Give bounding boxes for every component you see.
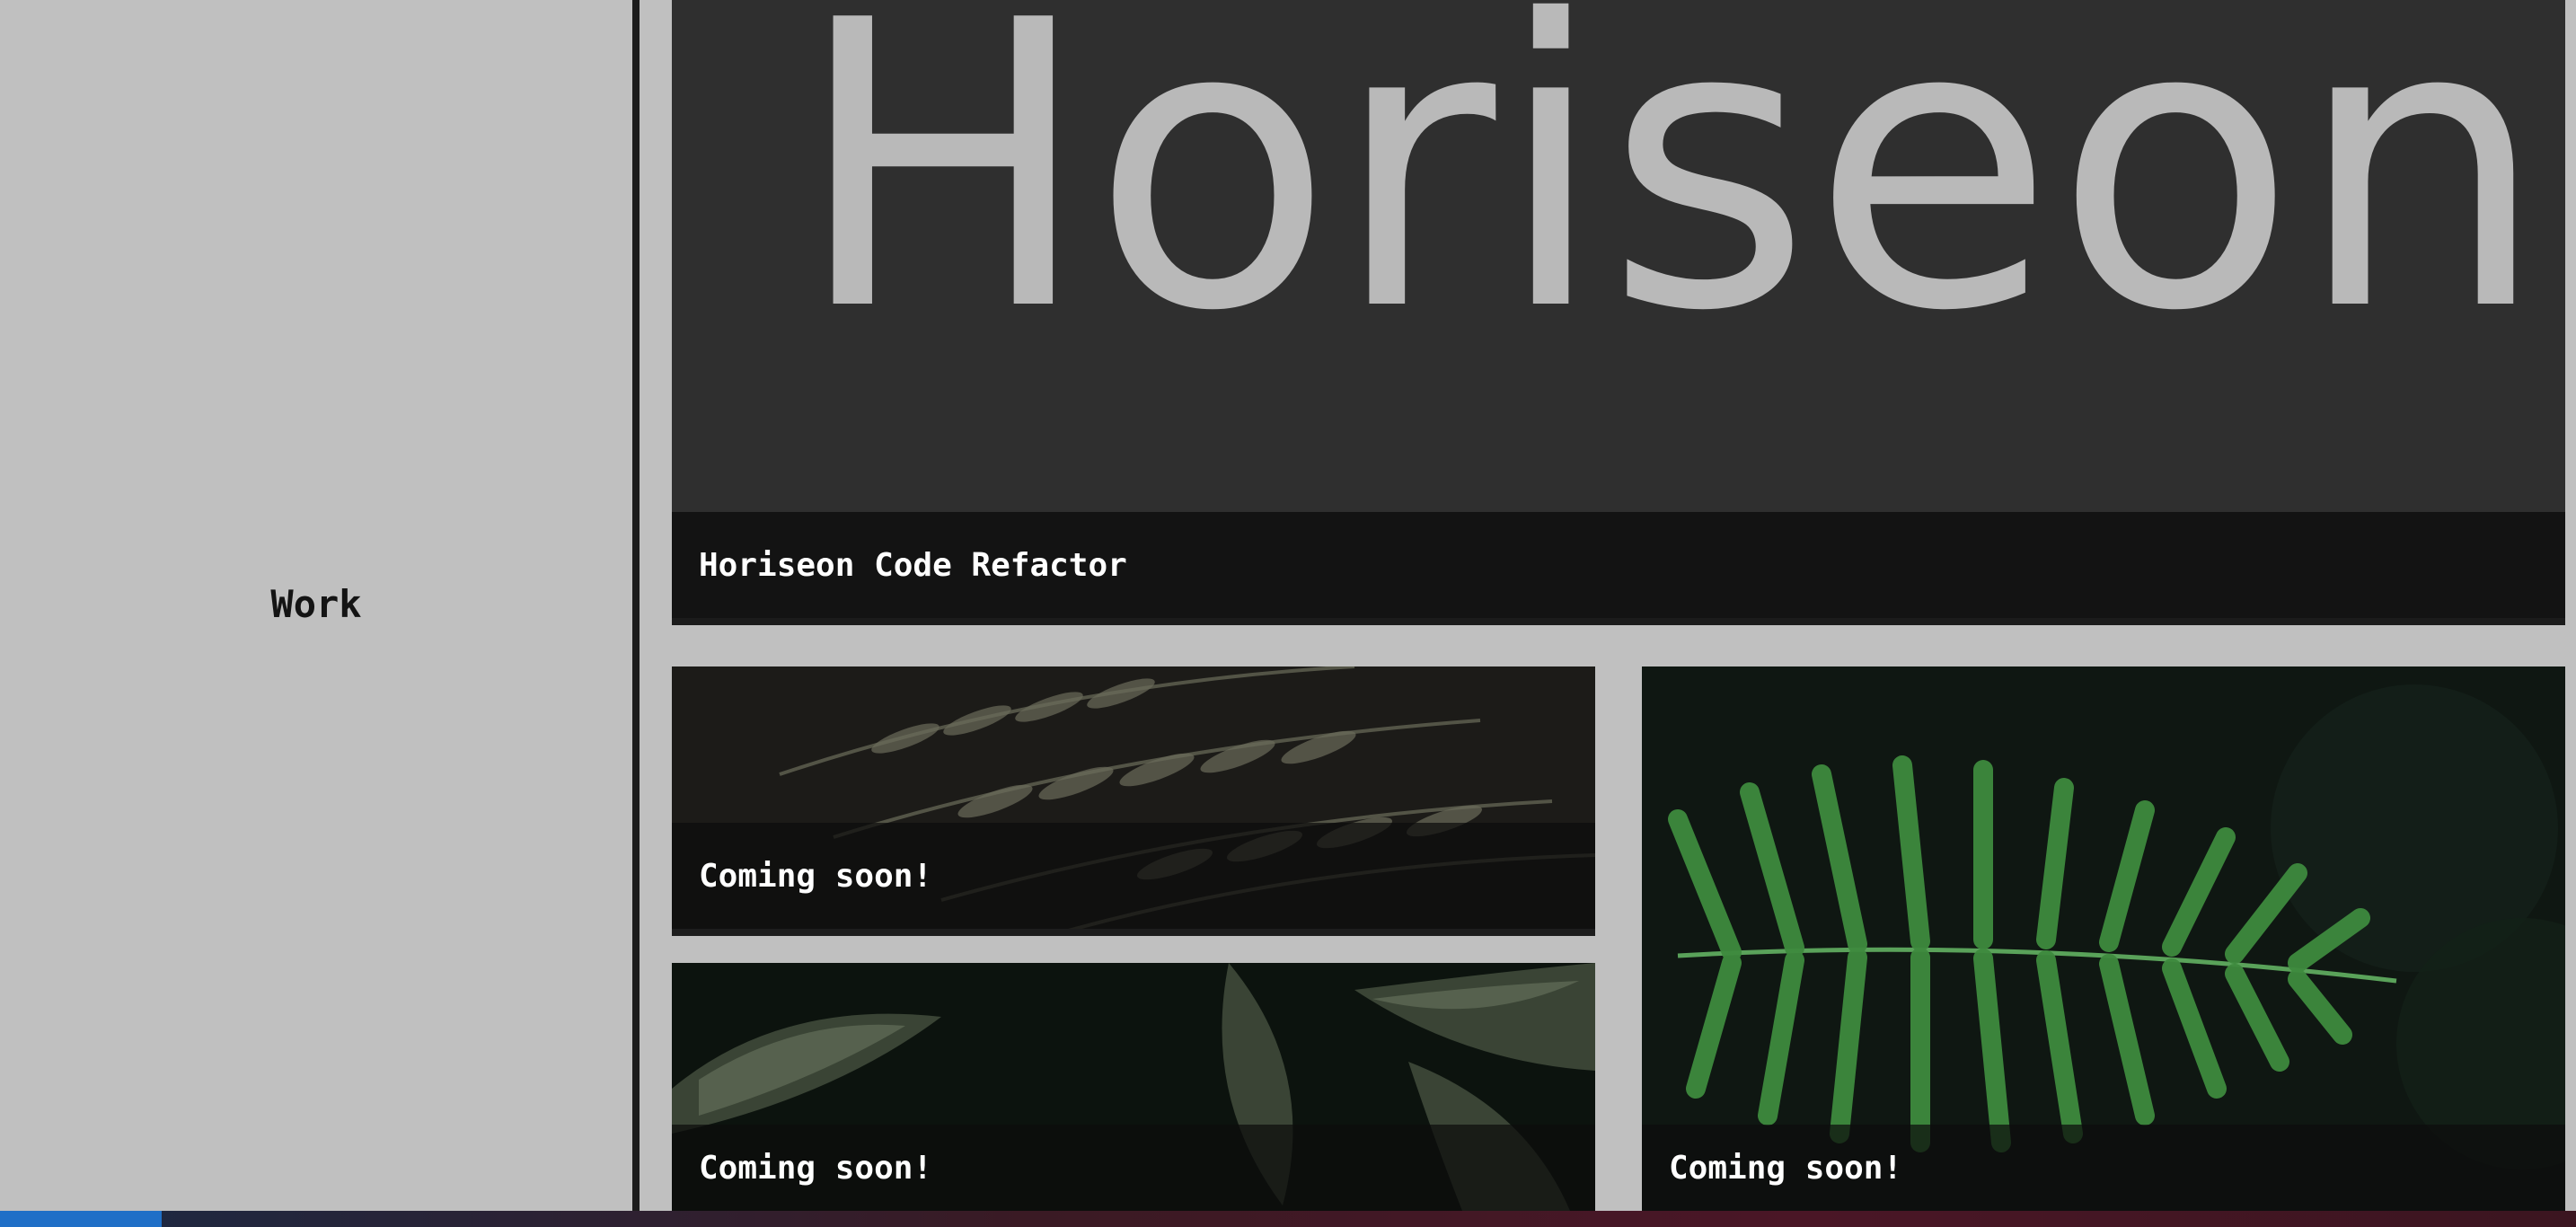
- project-label-coming-soon-2: Coming soon!: [672, 1125, 1595, 1211]
- project-label-coming-soon-1: Coming soon!: [672, 823, 1595, 929]
- project-card-horiseon[interactable]: Horiseon Horiseon Code Refactor: [672, 0, 2565, 625]
- taskbar-edge: [0, 1211, 162, 1227]
- project-label-horiseon: Horiseon Code Refactor: [672, 512, 2565, 618]
- project-card-coming-soon-3[interactable]: Coming soon!: [1642, 666, 2565, 1211]
- project-card-coming-soon-1[interactable]: Coming soon!: [672, 666, 1595, 936]
- svg-text:Horiseon: Horiseon: [794, 0, 2546, 397]
- project-card-coming-soon-2[interactable]: Coming soon!: [672, 963, 1595, 1211]
- horiseon-logo-image: Horiseon: [672, 0, 2565, 521]
- work-gallery: Horiseon Horiseon Code Refactor Coming s…: [640, 0, 2576, 1211]
- section-divider: [632, 0, 640, 1211]
- project-label-coming-soon-3: Coming soon!: [1642, 1125, 2565, 1211]
- taskbar-strip: [0, 1211, 2576, 1227]
- work-section-title: Work: [270, 581, 362, 626]
- portfolio-page: Work Horiseon Horiseon Code Refactor Com…: [0, 0, 2576, 1227]
- work-section-header: Work: [0, 0, 632, 1211]
